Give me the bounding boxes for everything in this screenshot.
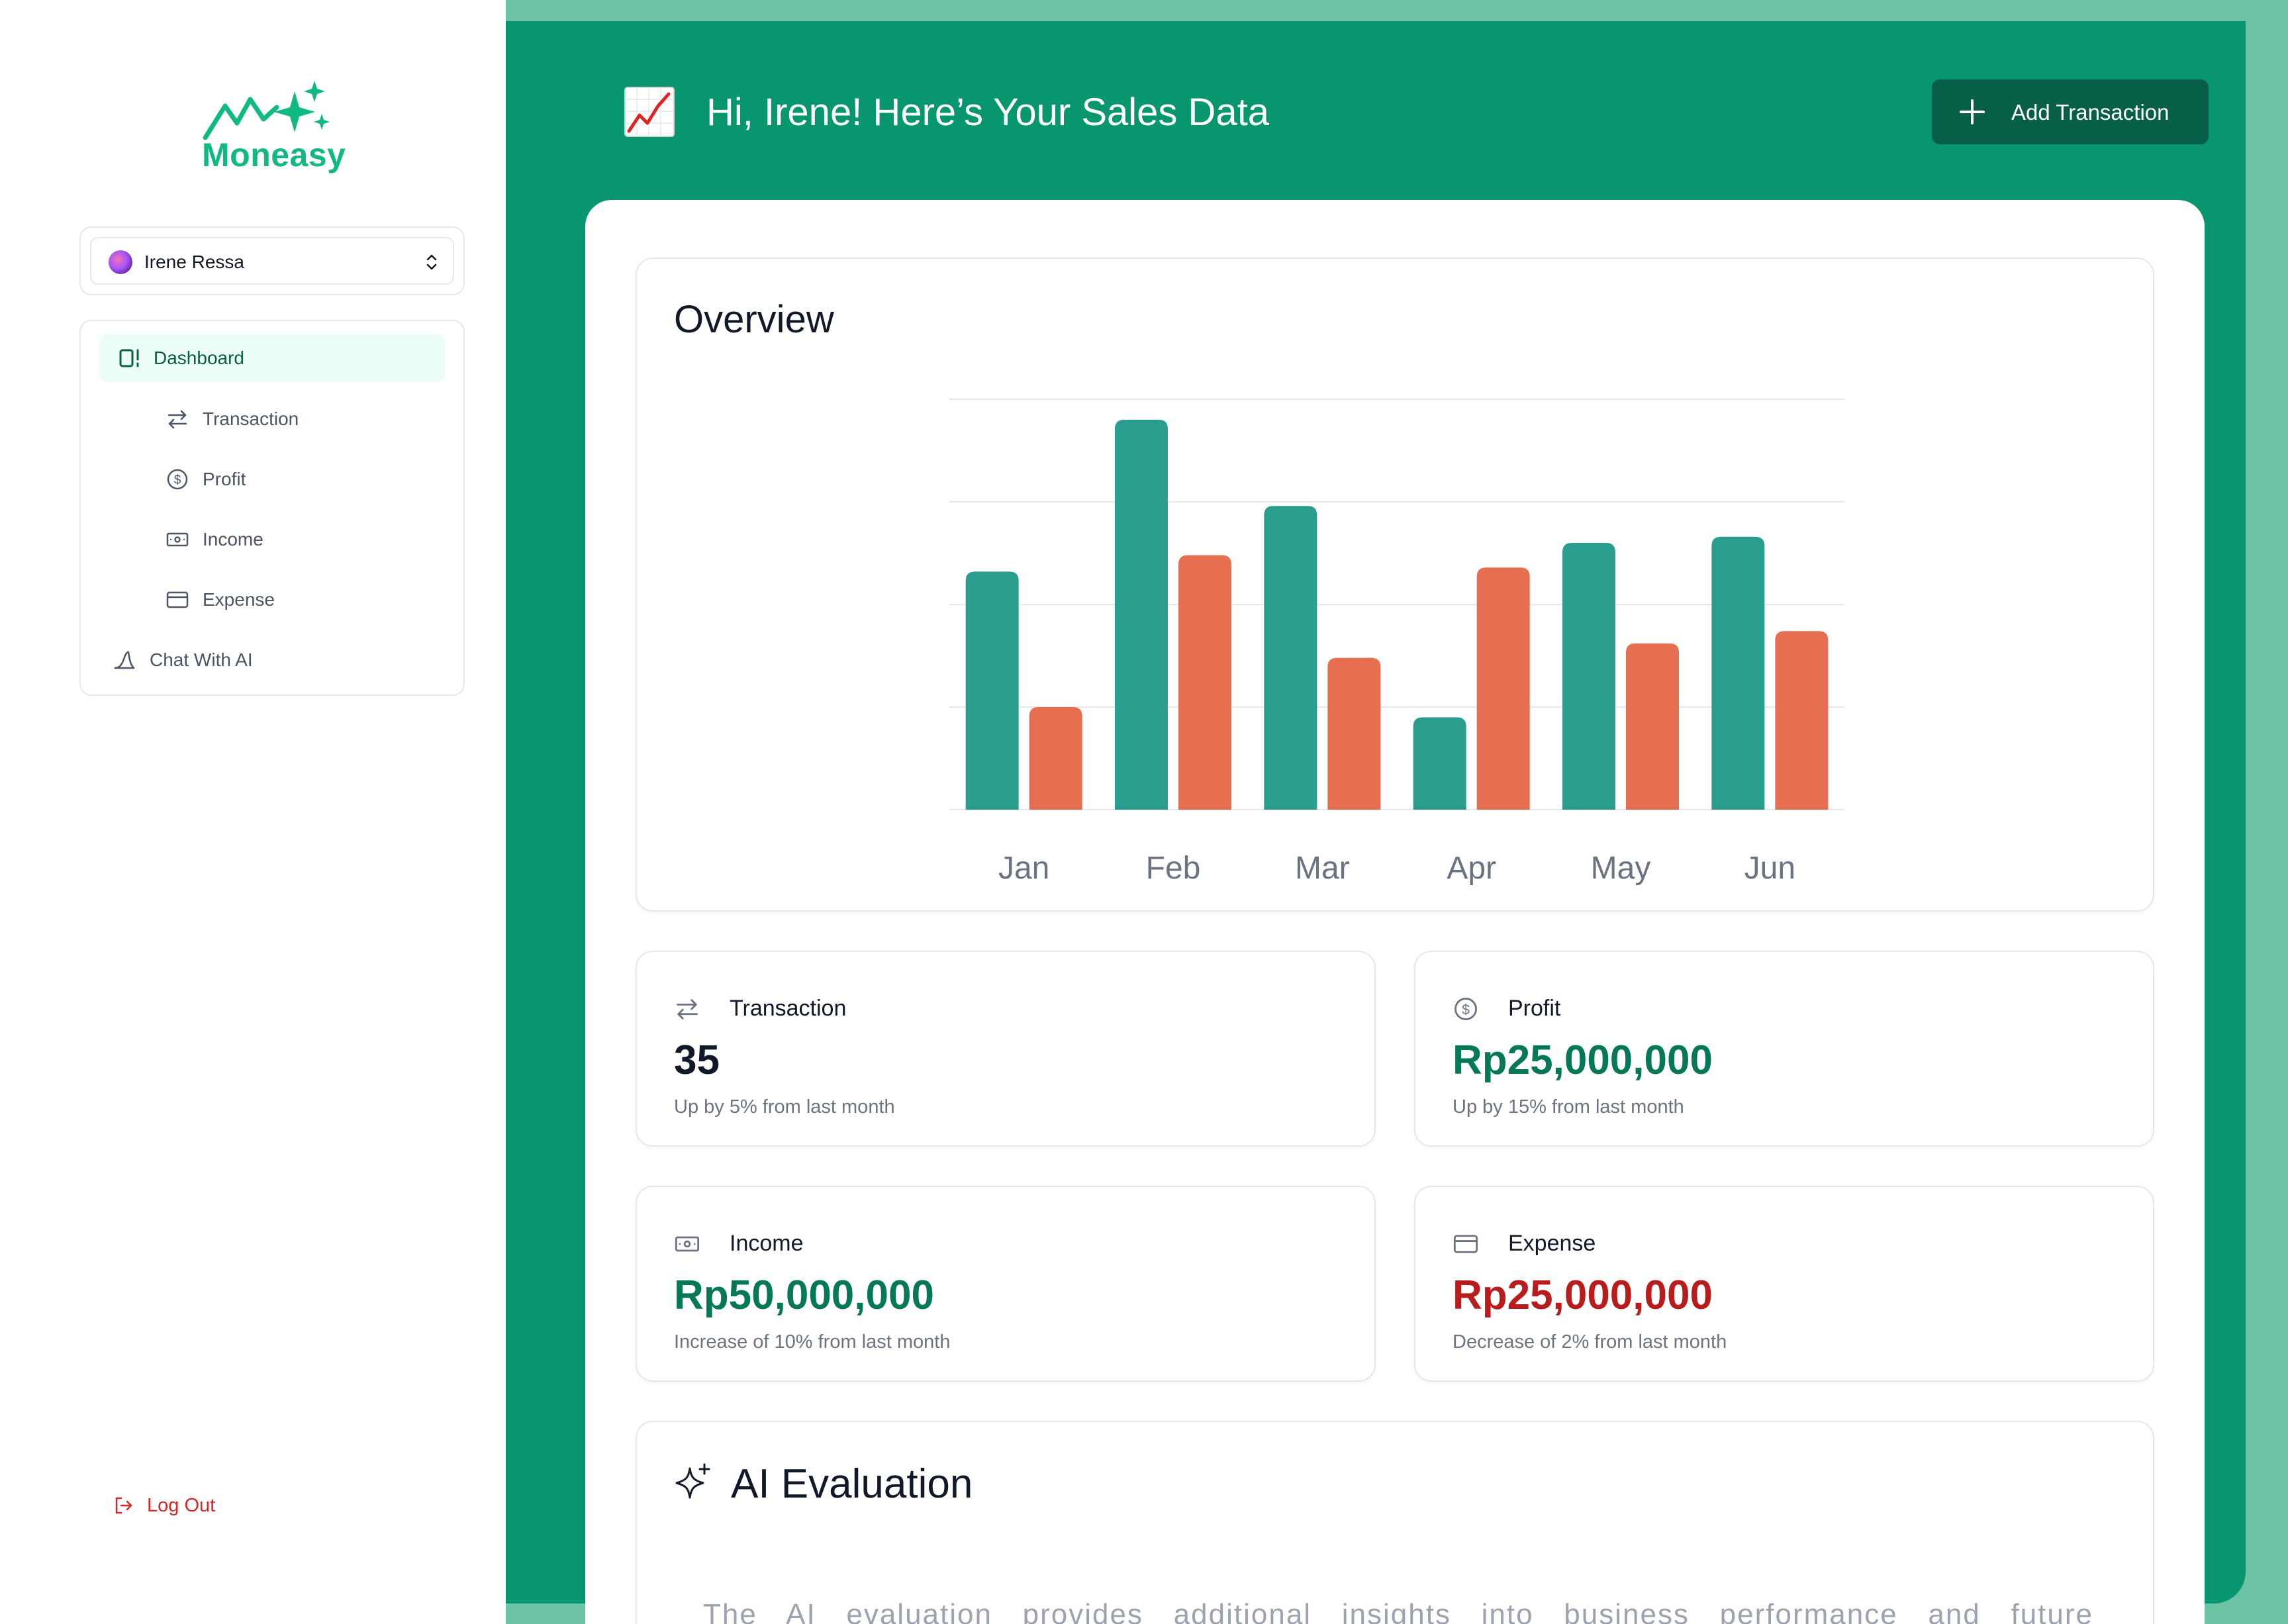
svg-text:$: $ [1462,1002,1470,1018]
chart-x-tick-label: Mar [1295,851,1350,886]
stat-change: Decrease of 2% from last month [1453,1331,1727,1353]
dollar-circle-icon: $ [167,469,188,490]
sidebar: Moneasy Irene Ressa Dashboard Transactio… [0,0,506,1624]
banknote-icon [675,1236,700,1252]
overview-bar-chart: Jan Feb Mar Apr May Jun [949,399,1844,886]
page-title: Hi, Irene! Here’s Your Sales Data [706,91,1270,134]
ai-evaluation-title: AI Evaluation [731,1461,973,1507]
sidebar-item-chat-with-ai[interactable]: Chat With AI [113,636,444,684]
chart-bar-may-series-1[interactable] [1562,543,1615,810]
chart-increasing-icon [624,87,675,137]
chart-x-tick-label: Jan [998,851,1049,886]
sidebar-nav: Dashboard Transaction $ Profit Income Ex… [79,320,465,696]
arrows-exchange-icon [167,410,187,429]
dollar-circle-icon: $ [1454,998,1477,1020]
user-name: Irene Ressa [144,252,244,272]
sidebar-item-label: Dashboard [154,348,244,368]
sidebar-item-transaction[interactable]: Transaction [166,395,444,443]
logout-label: Log Out [147,1495,216,1516]
chart-bar-jun-series-1[interactable] [1711,536,1765,810]
logout-button[interactable]: Log Out [113,1491,245,1523]
credit-card-icon [166,591,189,608]
sparkles-icon [675,1463,710,1499]
user-switcher-container: Irene Ressa [79,226,465,295]
svg-text:$: $ [174,473,181,487]
user-select[interactable]: Irene Ressa [90,237,454,285]
sparkle-chart-logo-icon [203,81,330,140]
chart-x-tick-label: Jun [1744,851,1795,886]
add-transaction-button[interactable]: Add Transaction [1932,79,2209,144]
dashboard-icon [119,349,139,367]
stat-value: 35 [674,1037,720,1083]
arrows-exchange-icon [677,999,698,1020]
stat-card-income[interactable]: Income Rp50,000,000 Increase of 10% from… [636,1186,1376,1382]
chart-x-tick-label: Apr [1447,851,1496,886]
chevron-up-down-icon [426,254,437,270]
stat-title: Expense [1508,1231,1596,1256]
chart-bar-may-series-2[interactable] [1626,643,1679,810]
brand-logo[interactable]: Moneasy [199,79,351,179]
stat-card-expense[interactable]: Expense Rp25,000,000 Decrease of 2% from… [1414,1186,2154,1382]
ai-chat-icon [114,651,135,669]
stat-title: Transaction [730,996,847,1021]
sidebar-item-label: Expense [203,589,275,610]
overview-card: Overview Jan Feb Mar Apr May Jun [636,258,2154,912]
sidebar-item-label: Profit [203,469,246,489]
chart-bar-mar-series-1[interactable] [1264,506,1317,810]
chart-x-tick-label: May [1591,851,1651,886]
sidebar-item-label: Chat With AI [150,649,253,670]
stat-title: Income [730,1231,804,1256]
stat-change: Up by 5% from last month [674,1096,895,1118]
stat-card-transaction[interactable]: Transaction 35 Up by 5% from last month [636,951,1376,1147]
stat-value: Rp50,000,000 [674,1272,934,1318]
chart-bar-feb-series-1[interactable] [1115,420,1168,810]
chart-x-tick-label: Feb [1146,851,1201,886]
add-transaction-label: Add Transaction [2011,100,2169,124]
sidebar-item-label: Income [203,529,263,549]
chart-bar-mar-series-2[interactable] [1327,657,1381,810]
stat-title: Profit [1508,996,1561,1021]
sidebar-item-expense[interactable]: Expense [166,576,444,624]
plus-icon [1960,99,1985,124]
stat-value: Rp25,000,000 [1453,1272,1713,1318]
chart-bar-feb-series-2[interactable] [1178,555,1231,810]
avatar [109,250,132,274]
stat-value: Rp25,000,000 [1453,1037,1713,1083]
sidebar-item-dashboard[interactable]: Dashboard [99,334,445,382]
stat-change: Increase of 10% from last month [674,1331,951,1353]
credit-card-icon [1453,1235,1478,1253]
banknote-icon [166,532,189,547]
chart-bar-apr-series-2[interactable] [1476,567,1530,810]
sidebar-item-profit[interactable]: $ Profit [166,455,444,503]
ai-evaluation-card: AI Evaluation The AI evaluation provides… [636,1421,2154,1624]
stat-change: Up by 15% from last month [1453,1096,1684,1118]
chart-bar-apr-series-1[interactable] [1413,717,1466,810]
chart-bar-jun-series-2[interactable] [1775,631,1829,810]
chart-bar-jan-series-2[interactable] [1029,707,1082,810]
sidebar-item-income[interactable]: Income [166,516,444,563]
stat-card-profit[interactable]: $ Profit Rp25,000,000 Up by 15% from las… [1414,951,2154,1147]
brand-name: Moneasy [202,136,346,173]
logout-icon [115,1497,132,1514]
chart-bar-jan-series-1[interactable] [965,571,1019,810]
ai-evaluation-text: The AI evaluation provides additional in… [703,1598,2093,1624]
sidebar-item-label: Transaction [203,408,299,429]
